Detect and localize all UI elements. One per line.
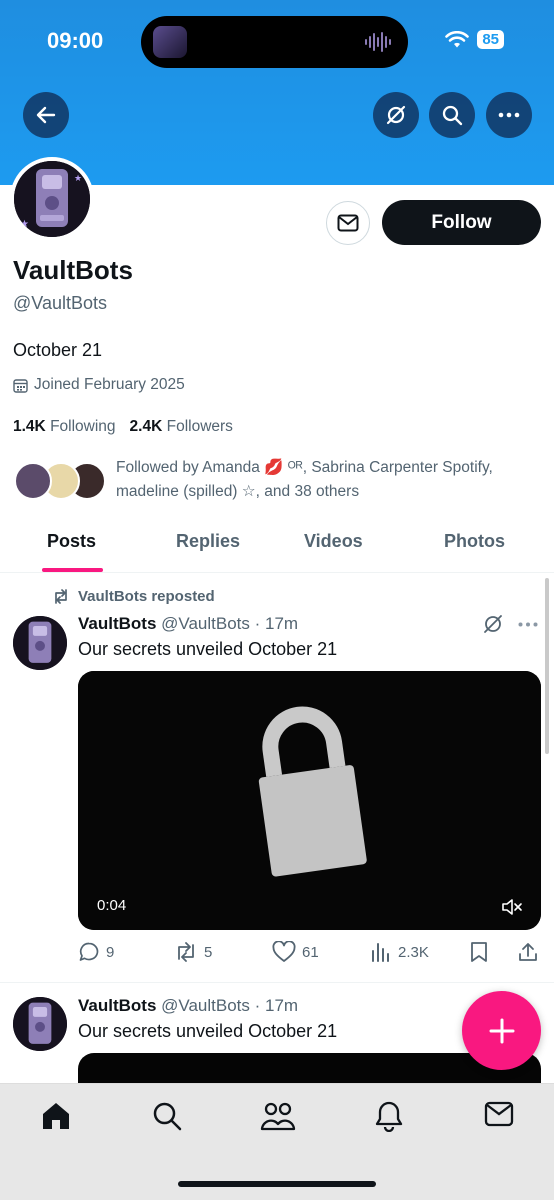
search-icon[interactable] [151,1100,183,1132]
post[interactable]: VaultBots reposted VaultBots @VaultBots … [0,588,554,983]
status-time: 09:00 [47,28,104,53]
active-tab-indicator [42,568,103,572]
tab-posts[interactable]: Posts [47,531,96,552]
mail-icon [337,214,359,232]
post-meta: @VaultBots · 17m [161,996,299,1015]
profile-handle: @VaultBots [13,293,107,313]
svg-text:★: ★ [20,219,29,230]
svg-text:★: ★ [74,173,82,183]
post-author[interactable]: VaultBots [78,996,156,1015]
vault-avatar-image [13,616,67,670]
calendar-icon [13,378,28,393]
back-button[interactable] [23,92,69,138]
joined-text: Joined February 2025 [34,376,185,393]
now-playing-artwork [153,26,187,58]
mutual-avatar [14,462,52,500]
grok-icon[interactable] [482,613,504,635]
battery-level: 85 [477,30,504,49]
tab-videos[interactable]: Videos [304,531,363,552]
post-text: Our secrets unveiled October 21 [78,639,338,659]
home-icon[interactable] [40,1100,72,1132]
search-button[interactable] [429,92,475,138]
vault-avatar-image [13,997,67,1051]
post-actions: 9 5 61 2.3K [78,941,541,963]
bookmark-icon[interactable] [469,941,489,963]
wifi-icon [445,30,470,47]
post-avatar[interactable] [13,997,67,1051]
video-timestamp: 0:04 [97,897,127,914]
views-button[interactable]: 2.3K [370,941,468,963]
followers-link[interactable]: 2.4K Followers [130,418,233,436]
search-icon [442,105,463,126]
repost-icon [55,588,67,604]
bell-icon[interactable] [374,1100,404,1132]
grok-icon [386,105,406,125]
following-link[interactable]: 1.4K Following [13,418,116,436]
tab-photos[interactable]: Photos [444,531,505,552]
status-icons: 85 [445,30,504,49]
dynamic-island[interactable] [141,16,408,68]
mail-icon[interactable] [484,1100,514,1128]
profile-bio: October 21 [13,340,103,360]
mute-icon[interactable] [501,898,523,916]
like-button[interactable]: 61 [272,941,370,963]
audio-wave-icon [365,32,391,52]
post-meta: @VaultBots · 17m [161,614,299,633]
back-arrow-icon [36,106,56,124]
mutual-followers-avatars[interactable] [14,462,106,500]
post-video[interactable]: 0:04 [78,671,541,930]
grok-button[interactable] [373,92,419,138]
repost-button[interactable]: 5 [174,942,272,962]
followed-by-text[interactable]: Followed by Amanda 💋 ᴼᴿ, Sabrina Carpent… [116,456,536,504]
profile-tabs: Posts Replies Videos Photos [0,520,554,573]
joined-date: Joined February 2025 [13,376,185,394]
more-button[interactable] [486,92,532,138]
repost-indicator: VaultBots reposted [52,588,215,605]
tab-replies[interactable]: Replies [176,531,240,552]
post-text: Our secrets unveiled October 21 [78,1021,338,1041]
reply-icon [79,942,99,961]
views-icon [372,943,389,962]
post-author[interactable]: VaultBots [78,614,156,633]
post-header: VaultBots @VaultBots · 17m [78,614,298,634]
compose-button[interactable] [462,991,541,1070]
reply-button[interactable]: 9 [78,941,174,963]
repost-icon [178,942,194,962]
vault-avatar-image: ★ ★ [14,161,90,237]
more-icon [498,112,520,118]
post-header: VaultBots @VaultBots · 17m [78,996,298,1016]
share-icon[interactable] [517,941,539,963]
profile-avatar[interactable]: ★ ★ [10,157,94,241]
profile-name: VaultBots [13,255,133,285]
padlock-image [78,671,541,930]
message-button[interactable] [326,201,370,245]
home-indicator[interactable] [178,1181,376,1187]
like-icon [272,941,296,962]
post-avatar[interactable] [13,616,67,670]
follow-button[interactable]: Follow [382,200,541,245]
follow-stats: 1.4K Following 2.4K Followers [13,418,233,436]
plus-icon [489,1018,514,1043]
communities-icon[interactable] [260,1100,296,1132]
more-icon[interactable] [518,622,538,627]
